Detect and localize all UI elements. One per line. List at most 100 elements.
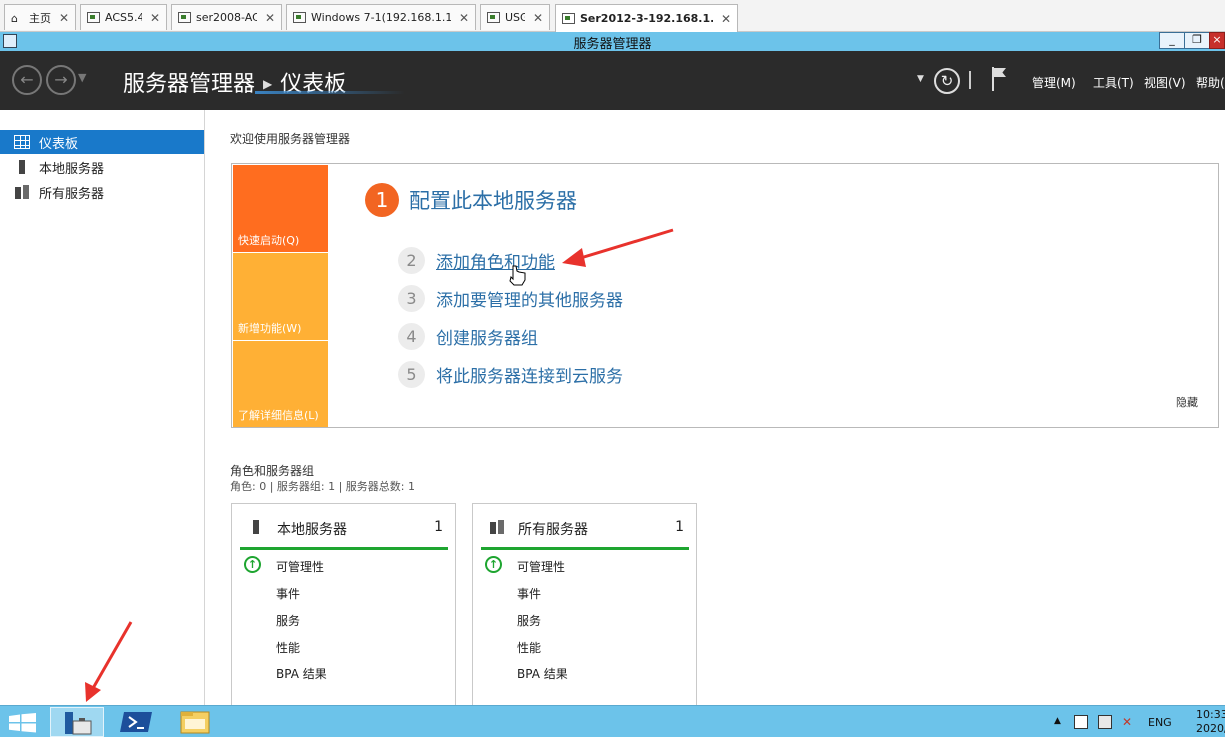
- vm-tab-home[interactable]: ⌂ 主页 ✕: [4, 4, 76, 30]
- server-icon: [248, 520, 264, 536]
- card-row-manageability[interactable]: 可管理性: [276, 558, 324, 575]
- volume-muted-icon[interactable]: ✕: [1122, 715, 1132, 729]
- sidebar-item-dashboard[interactable]: 仪表板: [0, 130, 204, 154]
- home-icon: ⌂: [11, 12, 18, 25]
- close-icon[interactable]: ✕: [265, 11, 275, 25]
- vm-icon: [178, 12, 191, 23]
- vm-tab-label: Ser2012-3-192.168.1.103: [580, 12, 713, 25]
- step-link[interactable]: 将此服务器连接到云服务: [436, 362, 623, 387]
- minimize-button[interactable]: _: [1159, 32, 1185, 49]
- step-create-server-group[interactable]: 4 创建服务器组: [398, 323, 538, 350]
- close-icon[interactable]: ✕: [721, 12, 731, 26]
- close-button[interactable]: ×: [1209, 32, 1225, 49]
- vm-tab-strip: ⌂ 主页 ✕ ACS5.4 ✕ ser2008-AC ✕ Windows 7-1…: [0, 0, 1225, 32]
- all-servers-card[interactable]: 所有服务器 1 ↑ 可管理性 事件 服务 性能 BPA 结果: [472, 503, 697, 713]
- status-bar: [240, 547, 448, 550]
- taskbar-file-explorer[interactable]: [176, 707, 216, 737]
- show-hidden-icons-icon[interactable]: ▲: [1054, 716, 1061, 726]
- status-bar: [481, 547, 689, 550]
- step-label: 配置此本地服务器: [409, 189, 577, 213]
- sidebar-item-label: 本地服务器: [39, 161, 105, 177]
- step-number: 2: [398, 247, 425, 274]
- breadcrumb-root[interactable]: 服务器管理器: [123, 72, 255, 97]
- folder-icon: [180, 711, 210, 734]
- vm-tab-ser2012[interactable]: Ser2012-3-192.168.1.103 ✕: [555, 4, 738, 32]
- network-icon[interactable]: [1098, 715, 1112, 729]
- breadcrumb-separator-icon: ▶: [263, 77, 273, 91]
- quick-start-tab[interactable]: 快速启动(Q): [233, 165, 328, 252]
- card-row-services[interactable]: 服务: [517, 612, 541, 629]
- status-ok-icon: ↑: [244, 556, 261, 573]
- step-configure-local-server[interactable]: 1 配置此本地服务器: [365, 183, 577, 217]
- dashboard-icon: [14, 135, 30, 149]
- refresh-button[interactable]: ↻: [934, 68, 960, 94]
- taskbar-powershell[interactable]: [118, 707, 158, 737]
- clock-time: 10:33: [1196, 708, 1225, 721]
- step-link[interactable]: 添加要管理的其他服务器: [436, 286, 623, 311]
- card-title[interactable]: 所有服务器: [518, 519, 588, 539]
- vm-tab-acs[interactable]: ACS5.4 ✕: [80, 4, 167, 30]
- step-add-roles-features[interactable]: 2 添加角色和功能: [398, 247, 555, 274]
- input-language[interactable]: ENG: [1148, 716, 1172, 729]
- close-icon[interactable]: ✕: [150, 11, 160, 25]
- vm-icon: [487, 12, 500, 23]
- vm-tab-ser2008[interactable]: ser2008-AC ✕: [171, 4, 282, 30]
- hide-welcome-link[interactable]: 隐藏: [1176, 394, 1198, 410]
- step-add-other-servers[interactable]: 3 添加要管理的其他服务器: [398, 285, 623, 312]
- card-row-services[interactable]: 服务: [276, 612, 300, 629]
- vm-tab-label: 主页: [29, 11, 51, 25]
- maximize-button[interactable]: ❐: [1184, 32, 1210, 49]
- sidebar-item-local-server[interactable]: 本地服务器: [0, 155, 204, 179]
- server-manager-icon: [65, 712, 92, 735]
- step-connect-cloud[interactable]: 5 将此服务器连接到云服务: [398, 361, 623, 388]
- card-row-bpa[interactable]: BPA 结果: [517, 665, 568, 682]
- menu-help[interactable]: 帮助(: [1196, 74, 1225, 91]
- vm-tab-usg[interactable]: USG ✕: [480, 4, 550, 30]
- card-row-performance[interactable]: 性能: [517, 639, 541, 656]
- card-row-events[interactable]: 事件: [276, 585, 300, 602]
- forward-button[interactable]: →: [46, 65, 76, 95]
- step-link[interactable]: 添加角色和功能: [436, 248, 555, 273]
- servers-icon: [14, 185, 30, 199]
- card-row-bpa[interactable]: BPA 结果: [276, 665, 327, 682]
- welcome-title: 欢迎使用服务器管理器: [230, 132, 351, 146]
- quick-start-label: 快速启动(Q): [238, 234, 300, 247]
- step-number: 3: [398, 285, 425, 312]
- close-icon[interactable]: ✕: [459, 11, 469, 25]
- local-server-card[interactable]: 本地服务器 1 ↑ 可管理性 事件 服务 性能 BPA 结果: [231, 503, 456, 713]
- taskbar-server-manager[interactable]: [50, 707, 104, 737]
- learn-more-tab[interactable]: 了解详细信息(L): [233, 341, 328, 427]
- menu-view[interactable]: 视图(V): [1144, 74, 1186, 91]
- step-number: 1: [365, 183, 399, 217]
- whats-new-tab[interactable]: 新增功能(W): [233, 253, 328, 340]
- learn-more-label: 了解详细信息(L): [238, 409, 319, 422]
- card-title[interactable]: 本地服务器: [277, 519, 347, 539]
- step-link[interactable]: 创建服务器组: [436, 324, 538, 349]
- windows-start-icon[interactable]: [9, 713, 37, 733]
- notification-dropdown-icon[interactable]: ▼: [917, 74, 924, 84]
- chevron-down-icon[interactable]: ▼: [78, 71, 86, 84]
- card-row-events[interactable]: 事件: [517, 585, 541, 602]
- system-clock[interactable]: 10:33 2020/3: [1196, 708, 1225, 736]
- status-ok-icon: ↑: [485, 556, 502, 573]
- taskbar: ▲ ✕ ENG 10:33 2020/3: [0, 705, 1225, 737]
- card-row-manageability[interactable]: 可管理性: [517, 558, 565, 575]
- notifications-flag-icon[interactable]: [990, 67, 1008, 91]
- close-icon[interactable]: ✕: [59, 11, 69, 25]
- vm-tab-label: USG: [505, 11, 525, 24]
- window-title-bar: 服务器管理器 _ ❐ ×: [0, 32, 1225, 52]
- roles-section-summary: 角色: 0 | 服务器组: 1 | 服务器总数: 1: [230, 480, 416, 493]
- card-count: 1: [675, 519, 684, 535]
- close-icon[interactable]: ✕: [533, 11, 543, 25]
- server-icon: [14, 160, 30, 174]
- menu-manage[interactable]: 管理(M): [1032, 74, 1076, 91]
- step-number: 5: [398, 361, 425, 388]
- menu-tools[interactable]: 工具(T): [1093, 74, 1134, 91]
- action-center-icon[interactable]: [1074, 715, 1088, 729]
- sidebar-item-all-servers[interactable]: 所有服务器: [0, 180, 204, 204]
- roles-section-title: 角色和服务器组: [230, 464, 315, 478]
- back-button[interactable]: ←: [12, 65, 42, 95]
- card-row-performance[interactable]: 性能: [276, 639, 300, 656]
- vm-tab-label: ACS5.4: [105, 11, 142, 24]
- vm-tab-win7[interactable]: Windows 7-1(192.168.1.10) ✕: [286, 4, 476, 30]
